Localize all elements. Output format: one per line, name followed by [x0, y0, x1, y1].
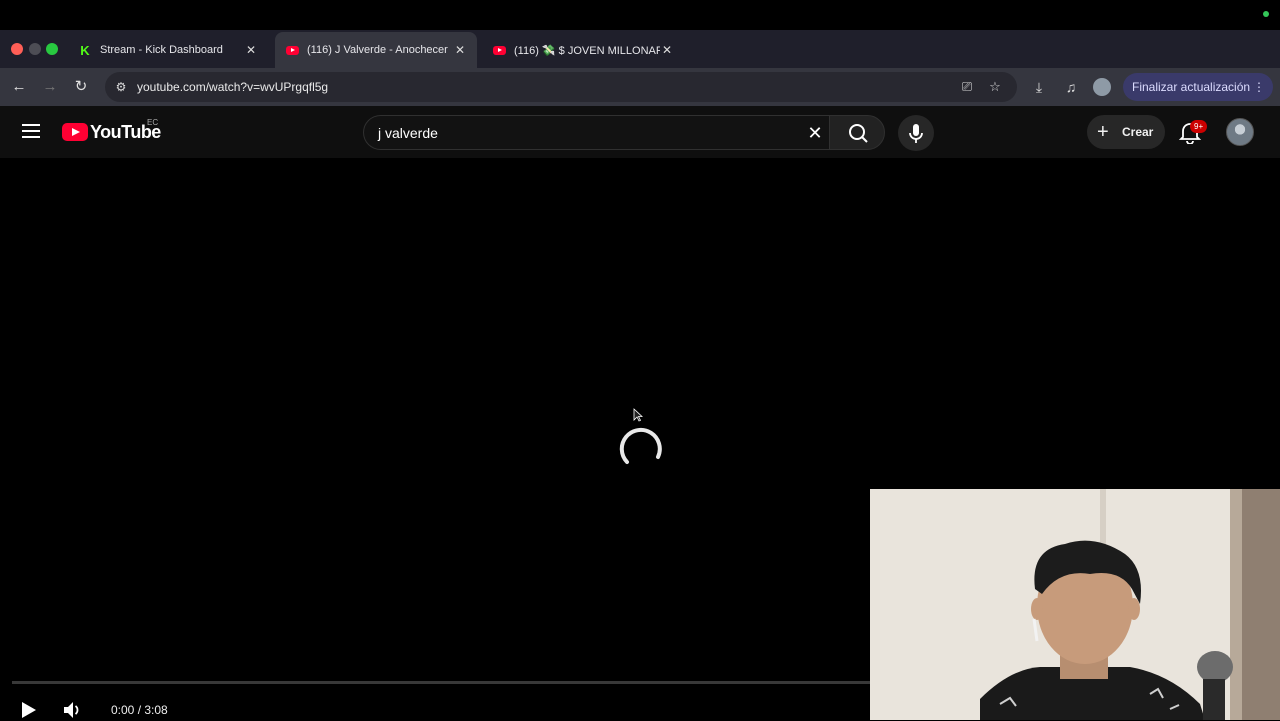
bookmark-star-icon[interactable]: ☆	[986, 79, 1004, 95]
more-options-icon[interactable]: ⋮	[1253, 73, 1265, 101]
search-icon	[849, 124, 868, 143]
youtube-logo[interactable]: YouTube	[62, 121, 161, 143]
video-time: 0:00 / 3:08	[111, 703, 168, 717]
close-tab-icon[interactable]: ✕	[453, 43, 467, 57]
tab-title: Stream - Kick Dashboard	[100, 44, 223, 56]
close-tab-icon[interactable]: ✕	[660, 43, 674, 57]
close-window-button[interactable]	[11, 43, 23, 55]
loading-spinner-icon	[619, 427, 662, 464]
browser-toolbar: ← → ↻ ⚙ youtube.com/watch?v=wvUPrgqfl5g …	[0, 68, 1280, 106]
tab-title: (116) J Valverde - Anochecer	[307, 44, 448, 56]
mouse-cursor-icon	[633, 408, 643, 422]
create-button[interactable]: + Crear	[1087, 115, 1165, 149]
volume-icon[interactable]	[61, 699, 83, 721]
camera-indicator-icon	[1263, 11, 1269, 17]
webcam-overlay	[870, 489, 1280, 720]
microphone-icon	[909, 124, 923, 143]
youtube-icon	[492, 43, 506, 57]
youtube-header: YouTube EC j valverde ✕ + Crear 9+	[0, 106, 1280, 158]
account-avatar[interactable]	[1226, 118, 1254, 146]
browser-tab-youtube-active[interactable]: (116) J Valverde - Anochecer ✕	[275, 32, 477, 68]
clear-search-icon[interactable]: ✕	[804, 122, 826, 144]
forward-button[interactable]: →	[40, 77, 60, 97]
video-progress-bar[interactable]	[12, 681, 870, 684]
macos-top-bar	[0, 0, 1280, 30]
voice-search-button[interactable]	[898, 115, 934, 151]
finish-update-button[interactable]: Finalizar actualización ⋮	[1123, 73, 1273, 101]
url-text: youtube.com/watch?v=wvUPrgqfl5g	[137, 80, 329, 94]
media-controls-icon[interactable]: ♫	[1061, 77, 1081, 97]
country-code: EC	[147, 118, 159, 127]
address-bar[interactable]: ⚙ youtube.com/watch?v=wvUPrgqfl5g ⎚ ☆	[105, 72, 1017, 102]
tab-title: (116) 💸 $ JOVEN MILLONARI	[514, 44, 660, 57]
download-icon[interactable]: ⤓	[1029, 77, 1049, 97]
play-button-icon[interactable]	[17, 699, 39, 721]
minimize-window-button[interactable]	[29, 43, 41, 55]
webcam-person-image	[870, 489, 1280, 720]
browser-tab-kick-dashboard[interactable]: K Stream - Kick Dashboard ✕	[68, 32, 268, 68]
reload-button[interactable]: ↻	[71, 77, 91, 97]
browser-profile-avatar[interactable]	[1093, 78, 1111, 96]
search-button[interactable]	[829, 115, 885, 150]
browser-tab-youtube[interactable]: (116) 💸 $ JOVEN MILLONARI ✕	[482, 32, 684, 68]
search-query: j valverde	[378, 125, 438, 141]
youtube-play-logo-icon	[62, 123, 88, 141]
close-tab-icon[interactable]: ✕	[244, 43, 258, 57]
create-label: Crear	[1122, 125, 1154, 139]
site-settings-icon[interactable]: ⚙	[113, 79, 129, 95]
notification-badge: 9+	[1190, 120, 1208, 133]
back-button[interactable]: ←	[9, 77, 29, 97]
menu-icon[interactable]	[22, 124, 40, 138]
maximize-window-button[interactable]	[46, 43, 58, 55]
search-input[interactable]: j valverde ✕	[363, 115, 830, 150]
youtube-icon	[285, 43, 299, 57]
kick-icon: K	[80, 42, 90, 58]
browser-tab-strip: K Stream - Kick Dashboard ✕ (116) J Valv…	[0, 30, 1280, 90]
plus-icon: +	[1097, 121, 1109, 143]
install-app-icon[interactable]: ⎚	[958, 79, 976, 95]
finish-update-label: Finalizar actualización	[1132, 80, 1251, 94]
